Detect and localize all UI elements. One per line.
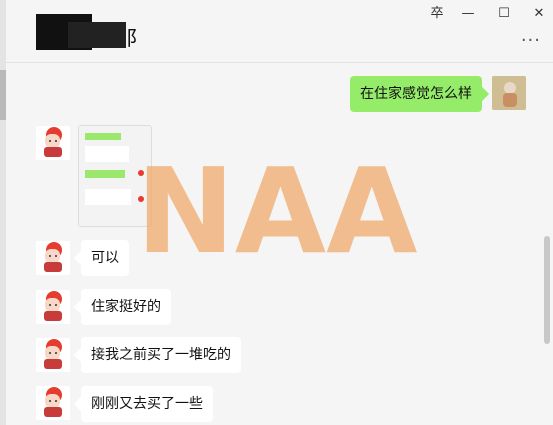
more-options-button[interactable]: ··· xyxy=(521,30,541,51)
redacted-title-block xyxy=(68,22,126,48)
message-bubble[interactable]: 刚刚又去买了一些 xyxy=(81,386,213,422)
contact-avatar-image xyxy=(36,338,70,372)
message-bubble[interactable]: 住家挺好的 xyxy=(81,289,171,325)
message-bubble[interactable]: 可以 xyxy=(81,240,129,276)
avatar-image xyxy=(492,76,526,110)
message-bubble[interactable]: 在住家感觉怎么样 xyxy=(350,76,482,112)
chat-title: 阝 xyxy=(126,26,146,50)
contact-avatar[interactable] xyxy=(36,338,70,372)
minimize-button[interactable]: — xyxy=(457,4,479,24)
close-button[interactable]: ✕ xyxy=(528,4,550,24)
chat-titlebar: 阝 卒 — ☐ ✕ ··· xyxy=(6,0,553,63)
message-bubble[interactable]: 接我之前买了一堆吃的 xyxy=(81,337,241,373)
contact-avatar-image xyxy=(36,386,70,420)
contact-avatar-image xyxy=(36,290,70,324)
watermark-text: NAAE xyxy=(136,160,426,260)
contact-avatar-image xyxy=(36,126,70,160)
contact-avatar[interactable] xyxy=(36,241,70,275)
watermark-logo: NAAE xyxy=(136,160,426,260)
contact-avatar[interactable] xyxy=(36,290,70,324)
screenshot-thumbnail xyxy=(79,126,151,226)
maximize-button[interactable]: ☐ xyxy=(493,4,515,24)
left-scroll-marker xyxy=(0,70,6,120)
contact-avatar-image xyxy=(36,241,70,275)
left-edge xyxy=(0,0,6,425)
contact-avatar[interactable] xyxy=(36,386,70,420)
chat-scrollbar[interactable] xyxy=(544,236,550,344)
image-message-thumbnail[interactable] xyxy=(78,125,152,227)
user-avatar[interactable] xyxy=(492,76,526,110)
contact-avatar[interactable] xyxy=(36,126,70,160)
pin-window-button[interactable]: 卒 xyxy=(426,4,448,24)
